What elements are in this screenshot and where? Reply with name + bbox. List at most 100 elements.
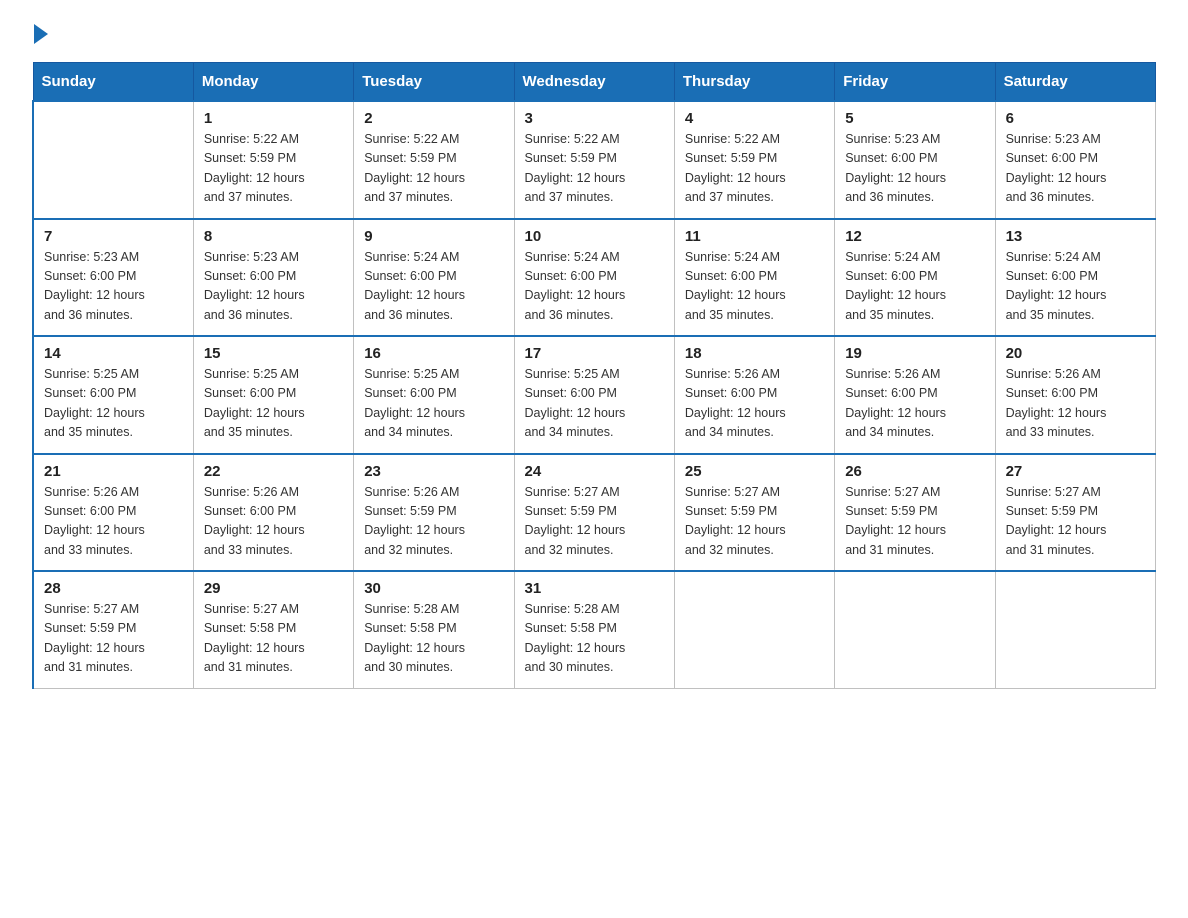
day-number: 22 xyxy=(204,463,343,480)
day-number: 11 xyxy=(685,228,824,245)
calendar-cell: 19 Sunrise: 5:26 AMSunset: 6:00 PMDayligh… xyxy=(835,336,995,454)
day-number: 7 xyxy=(44,228,183,245)
calendar-cell: 21 Sunrise: 5:26 AMSunset: 6:00 PMDayligh… xyxy=(33,454,193,572)
calendar-cell: 13 Sunrise: 5:24 AMSunset: 6:00 PMDayligh… xyxy=(995,219,1155,337)
day-info: Sunrise: 5:27 AMSunset: 5:59 PMDaylight:… xyxy=(685,483,824,561)
calendar-week-row: 7 Sunrise: 5:23 AMSunset: 6:00 PMDaylight… xyxy=(33,219,1156,337)
day-info: Sunrise: 5:24 AMSunset: 6:00 PMDaylight:… xyxy=(525,248,664,326)
column-header-friday: Friday xyxy=(835,63,995,102)
day-number: 21 xyxy=(44,463,183,480)
day-number: 2 xyxy=(364,110,503,127)
day-number: 31 xyxy=(525,580,664,597)
calendar-cell: 9Sunrise: 5:24 AMSunset: 6:00 PMDaylight… xyxy=(354,219,514,337)
calendar-cell: 30 Sunrise: 5:28 AMSunset: 5:58 PMDayligh… xyxy=(354,571,514,688)
day-info: Sunrise: 5:28 AMSunset: 5:58 PMDaylight:… xyxy=(364,600,503,678)
column-header-saturday: Saturday xyxy=(995,63,1155,102)
calendar-cell xyxy=(33,101,193,219)
calendar-cell: 20Sunrise: 5:26 AMSunset: 6:00 PMDayligh… xyxy=(995,336,1155,454)
calendar-cell: 28 Sunrise: 5:27 AMSunset: 5:59 PMDayligh… xyxy=(33,571,193,688)
column-header-thursday: Thursday xyxy=(674,63,834,102)
calendar-week-row: 21 Sunrise: 5:26 AMSunset: 6:00 PMDayligh… xyxy=(33,454,1156,572)
day-number: 4 xyxy=(685,110,824,127)
calendar-week-row: 1Sunrise: 5:22 AMSunset: 5:59 PMDaylight… xyxy=(33,101,1156,219)
day-number: 24 xyxy=(525,463,664,480)
column-header-wednesday: Wednesday xyxy=(514,63,674,102)
day-info: Sunrise: 5:28 AMSunset: 5:58 PMDaylight:… xyxy=(525,600,664,678)
day-number: 14 xyxy=(44,345,183,362)
day-number: 15 xyxy=(204,345,343,362)
calendar-cell: 29 Sunrise: 5:27 AMSunset: 5:58 PMDayligh… xyxy=(193,571,353,688)
day-number: 23 xyxy=(364,463,503,480)
page-header xyxy=(32,24,1156,44)
day-number: 19 xyxy=(845,345,984,362)
calendar-week-row: 14 Sunrise: 5:25 AMSunset: 6:00 PMDayligh… xyxy=(33,336,1156,454)
day-number: 20 xyxy=(1006,345,1145,362)
calendar-cell: 8 Sunrise: 5:23 AMSunset: 6:00 PMDaylight… xyxy=(193,219,353,337)
day-info: Sunrise: 5:26 AMSunset: 6:00 PMDaylight:… xyxy=(845,365,984,443)
day-info: Sunrise: 5:22 AMSunset: 5:59 PMDaylight:… xyxy=(364,130,503,208)
calendar-table: SundayMondayTuesdayWednesdayThursdayFrid… xyxy=(32,62,1156,689)
column-header-sunday: Sunday xyxy=(33,63,193,102)
day-number: 28 xyxy=(44,580,183,597)
day-number: 3 xyxy=(525,110,664,127)
calendar-cell: 11 Sunrise: 5:24 AMSunset: 6:00 PMDayligh… xyxy=(674,219,834,337)
day-info: Sunrise: 5:22 AMSunset: 5:59 PMDaylight:… xyxy=(204,130,343,208)
day-number: 8 xyxy=(204,228,343,245)
calendar-header-row: SundayMondayTuesdayWednesdayThursdayFrid… xyxy=(33,63,1156,102)
day-info: Sunrise: 5:27 AMSunset: 5:58 PMDaylight:… xyxy=(204,600,343,678)
day-number: 10 xyxy=(525,228,664,245)
day-info: Sunrise: 5:24 AMSunset: 6:00 PMDaylight:… xyxy=(685,248,824,326)
calendar-cell: 16 Sunrise: 5:25 AMSunset: 6:00 PMDayligh… xyxy=(354,336,514,454)
calendar-cell: 4 Sunrise: 5:22 AMSunset: 5:59 PMDaylight… xyxy=(674,101,834,219)
day-info: Sunrise: 5:26 AMSunset: 6:00 PMDaylight:… xyxy=(685,365,824,443)
day-info: Sunrise: 5:22 AMSunset: 5:59 PMDaylight:… xyxy=(685,130,824,208)
day-info: Sunrise: 5:26 AMSunset: 6:00 PMDaylight:… xyxy=(44,483,183,561)
calendar-cell: 1Sunrise: 5:22 AMSunset: 5:59 PMDaylight… xyxy=(193,101,353,219)
day-number: 17 xyxy=(525,345,664,362)
calendar-cell: 2 Sunrise: 5:22 AMSunset: 5:59 PMDaylight… xyxy=(354,101,514,219)
day-info: Sunrise: 5:25 AMSunset: 6:00 PMDaylight:… xyxy=(204,365,343,443)
day-info: Sunrise: 5:24 AMSunset: 6:00 PMDaylight:… xyxy=(845,248,984,326)
calendar-cell: 15 Sunrise: 5:25 AMSunset: 6:00 PMDayligh… xyxy=(193,336,353,454)
day-info: Sunrise: 5:24 AMSunset: 6:00 PMDaylight:… xyxy=(1006,248,1145,326)
logo xyxy=(32,24,48,44)
calendar-cell: 23 Sunrise: 5:26 AMSunset: 5:59 PMDayligh… xyxy=(354,454,514,572)
day-number: 25 xyxy=(685,463,824,480)
column-header-tuesday: Tuesday xyxy=(354,63,514,102)
day-number: 6 xyxy=(1006,110,1145,127)
day-number: 29 xyxy=(204,580,343,597)
day-info: Sunrise: 5:27 AMSunset: 5:59 PMDaylight:… xyxy=(1006,483,1145,561)
column-header-monday: Monday xyxy=(193,63,353,102)
day-info: Sunrise: 5:23 AMSunset: 6:00 PMDaylight:… xyxy=(204,248,343,326)
calendar-cell: 7 Sunrise: 5:23 AMSunset: 6:00 PMDaylight… xyxy=(33,219,193,337)
day-number: 27 xyxy=(1006,463,1145,480)
day-info: Sunrise: 5:27 AMSunset: 5:59 PMDaylight:… xyxy=(845,483,984,561)
calendar-cell: 27 Sunrise: 5:27 AMSunset: 5:59 PMDayligh… xyxy=(995,454,1155,572)
day-info: Sunrise: 5:23 AMSunset: 6:00 PMDaylight:… xyxy=(845,130,984,208)
calendar-week-row: 28 Sunrise: 5:27 AMSunset: 5:59 PMDayligh… xyxy=(33,571,1156,688)
day-number: 30 xyxy=(364,580,503,597)
day-info: Sunrise: 5:27 AMSunset: 5:59 PMDaylight:… xyxy=(44,600,183,678)
day-number: 26 xyxy=(845,463,984,480)
day-info: Sunrise: 5:26 AMSunset: 6:00 PMDaylight:… xyxy=(204,483,343,561)
day-number: 16 xyxy=(364,345,503,362)
day-number: 13 xyxy=(1006,228,1145,245)
calendar-cell: 18 Sunrise: 5:26 AMSunset: 6:00 PMDayligh… xyxy=(674,336,834,454)
day-info: Sunrise: 5:23 AMSunset: 6:00 PMDaylight:… xyxy=(44,248,183,326)
calendar-cell: 14 Sunrise: 5:25 AMSunset: 6:00 PMDayligh… xyxy=(33,336,193,454)
day-number: 18 xyxy=(685,345,824,362)
day-number: 12 xyxy=(845,228,984,245)
calendar-cell: 12 Sunrise: 5:24 AMSunset: 6:00 PMDayligh… xyxy=(835,219,995,337)
day-info: Sunrise: 5:27 AMSunset: 5:59 PMDaylight:… xyxy=(525,483,664,561)
day-info: Sunrise: 5:23 AMSunset: 6:00 PMDaylight:… xyxy=(1006,130,1145,208)
calendar-cell xyxy=(995,571,1155,688)
day-info: Sunrise: 5:25 AMSunset: 6:00 PMDaylight:… xyxy=(525,365,664,443)
day-info: Sunrise: 5:25 AMSunset: 6:00 PMDaylight:… xyxy=(364,365,503,443)
day-info: Sunrise: 5:25 AMSunset: 6:00 PMDaylight:… xyxy=(44,365,183,443)
calendar-cell: 31 Sunrise: 5:28 AMSunset: 5:58 PMDayligh… xyxy=(514,571,674,688)
day-info: Sunrise: 5:22 AMSunset: 5:59 PMDaylight:… xyxy=(525,130,664,208)
calendar-cell: 17 Sunrise: 5:25 AMSunset: 6:00 PMDayligh… xyxy=(514,336,674,454)
calendar-cell: 6 Sunrise: 5:23 AMSunset: 6:00 PMDaylight… xyxy=(995,101,1155,219)
day-info: Sunrise: 5:26 AMSunset: 5:59 PMDaylight:… xyxy=(364,483,503,561)
day-number: 5 xyxy=(845,110,984,127)
